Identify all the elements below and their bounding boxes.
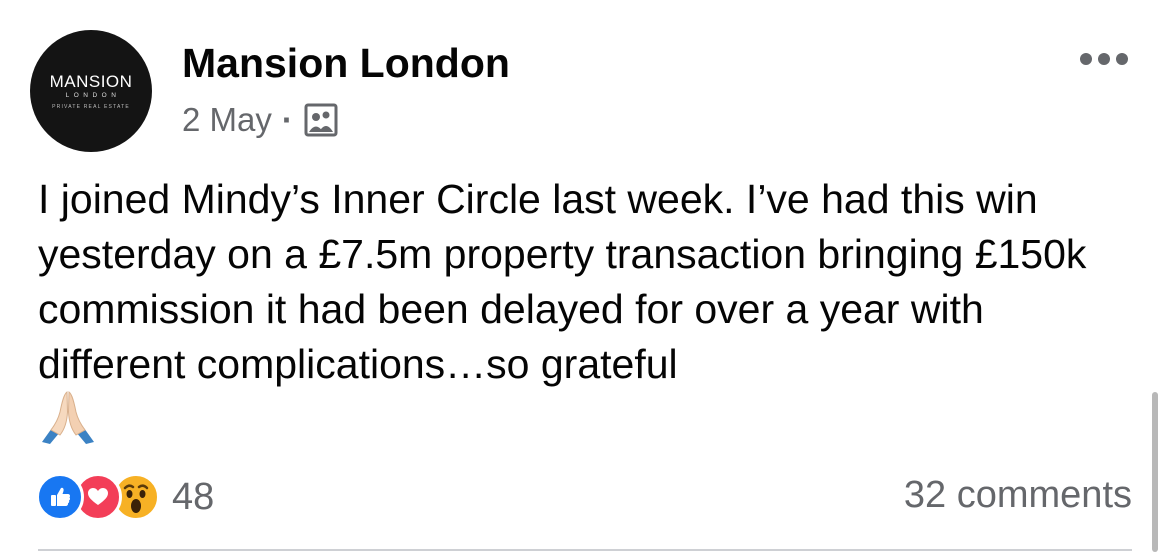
- like-reaction-icon: [36, 473, 84, 521]
- divider: [38, 549, 1132, 551]
- more-options-icon[interactable]: [1074, 44, 1134, 74]
- page-name-link[interactable]: Mansion London: [182, 40, 510, 87]
- folded-hands-emoji: [42, 391, 94, 444]
- page-avatar[interactable]: MANSION LONDON PRIVATE REAL ESTATE: [30, 30, 152, 152]
- avatar-logo-tagline: PRIVATE REAL ESTATE: [52, 103, 130, 110]
- scrollbar[interactable]: [1152, 392, 1158, 552]
- meta-separator: ·: [281, 101, 293, 138]
- avatar-logo-main: MANSION: [49, 71, 133, 91]
- post-body-text: I joined Mindy’s Inner Circle last week.…: [38, 176, 1087, 387]
- avatar-logo-sub: LONDON: [65, 91, 121, 99]
- reaction-count: 48: [172, 475, 215, 518]
- comments-count-link[interactable]: 32 comments: [904, 474, 1132, 517]
- facebook-post: MANSION LONDON PRIVATE REAL ESTATE Mansi…: [0, 0, 1170, 554]
- reactions-summary[interactable]: 48: [36, 472, 214, 522]
- post-meta: 2 May ·: [182, 100, 339, 140]
- group-photo-icon: [303, 102, 339, 138]
- post-date-link[interactable]: 2 May: [182, 101, 272, 139]
